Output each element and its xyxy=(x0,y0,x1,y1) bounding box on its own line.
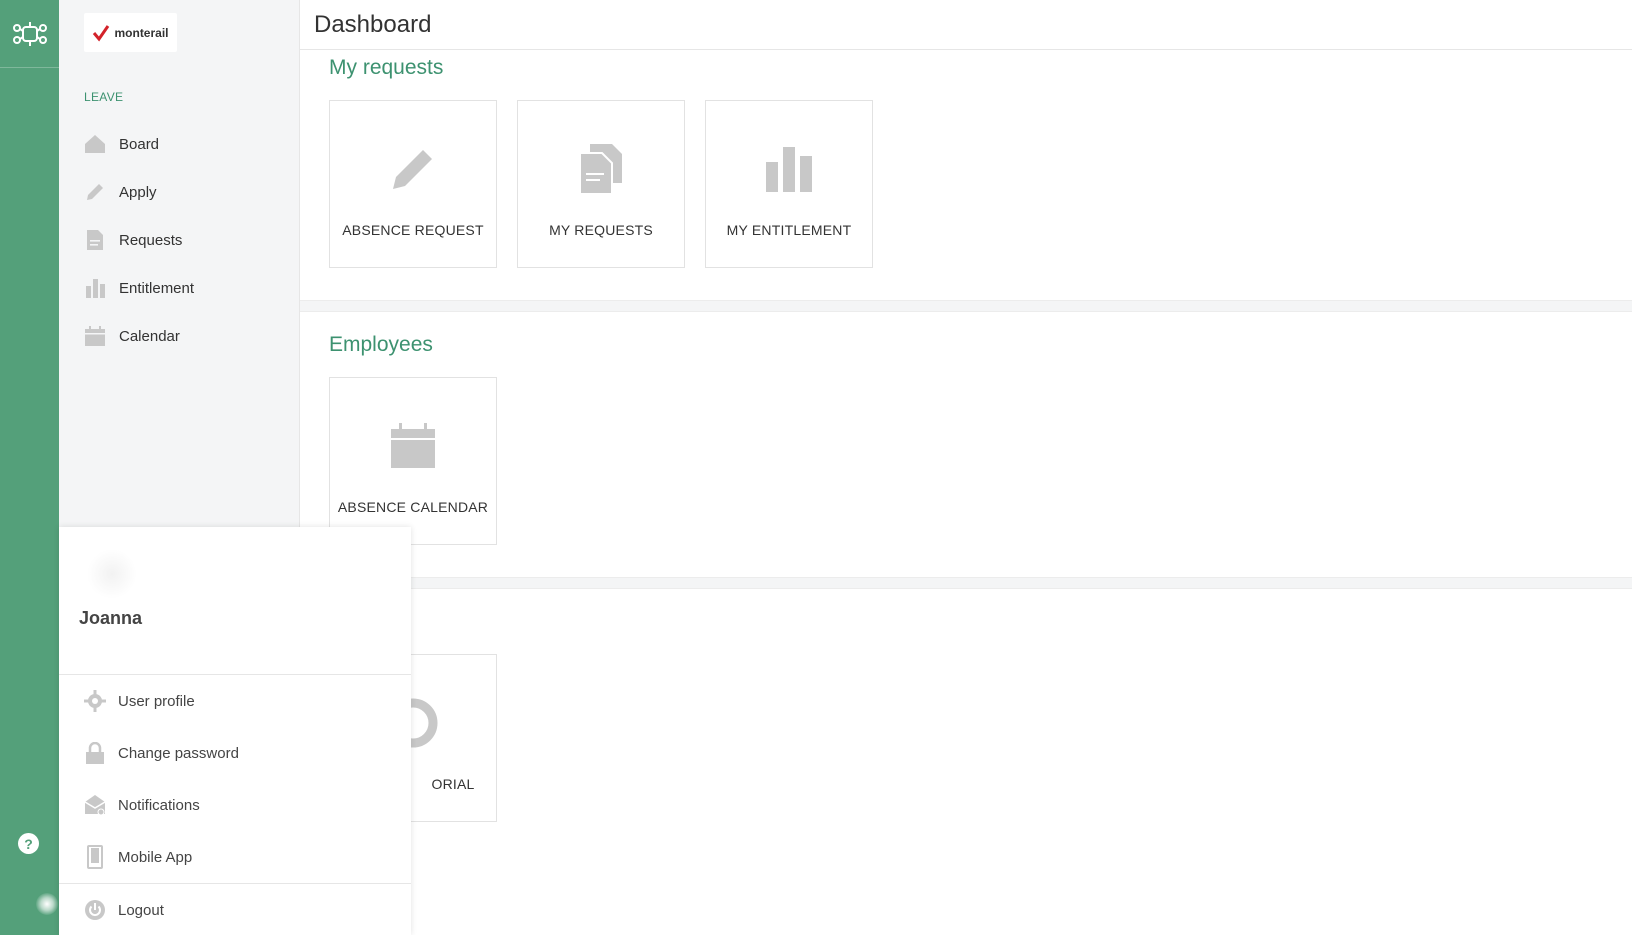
document-icon xyxy=(84,229,106,251)
logout-button[interactable]: Logout xyxy=(84,899,164,921)
card-absence-request[interactable]: ABSENCE REQUEST xyxy=(329,100,497,268)
menu-divider xyxy=(59,883,411,884)
user-avatar xyxy=(87,549,137,599)
sidebar-item-calendar[interactable]: Calendar xyxy=(84,312,284,360)
section-title-my-requests: My requests xyxy=(329,56,444,79)
sidebar-item-board[interactable]: Board xyxy=(84,120,284,168)
pencil-icon xyxy=(389,144,437,194)
main-content: Dashboard My requests ABSENCE REQUEST MY… xyxy=(300,0,1632,935)
card-label: ORIAL xyxy=(431,776,475,792)
menu-item-notifications[interactable]: Notifications xyxy=(84,794,200,816)
envelope-icon xyxy=(84,794,106,816)
home-icon xyxy=(84,133,106,155)
user-name: Joanna xyxy=(79,608,143,628)
card-my-entitlement[interactable]: MY ENTITLEMENT xyxy=(705,100,873,268)
monterail-logo-mark xyxy=(93,24,110,41)
menu-item-label: User profile xyxy=(118,692,195,710)
sidebar-item-label: Board xyxy=(119,135,160,153)
sidebar-item-entitlement[interactable]: Entitlement xyxy=(84,264,284,312)
calendar-icon xyxy=(84,325,106,347)
app-rail: ? xyxy=(0,0,59,935)
bar-chart-icon xyxy=(765,144,813,194)
pencil-icon xyxy=(84,181,106,203)
user-avatar-button[interactable] xyxy=(36,893,58,915)
sidebar-item-label: Apply xyxy=(119,183,157,201)
card-label: ABSENCE REQUEST xyxy=(342,222,484,238)
logout-label: Logout xyxy=(118,901,164,919)
menu-item-label: Change password xyxy=(118,744,239,762)
company-logo-text: monterail xyxy=(114,25,169,40)
app-logo-icon xyxy=(12,21,47,46)
sidebar-nav: Board Apply Requests Entitlement Calenda… xyxy=(84,120,284,360)
card-label: MY ENTITLEMENT xyxy=(726,222,852,238)
section-separator xyxy=(300,577,1632,589)
lock-icon xyxy=(84,742,106,764)
calendar-icon xyxy=(390,421,436,471)
menu-item-user-profile[interactable]: User profile xyxy=(84,690,195,712)
card-absence-calendar[interactable]: ABSENCE CALENDAR xyxy=(329,377,497,545)
gear-icon xyxy=(84,690,106,712)
sidebar-item-requests[interactable]: Requests xyxy=(84,216,284,264)
app-logo[interactable] xyxy=(0,0,59,68)
help-icon: ? xyxy=(24,835,33,852)
card-label: MY REQUESTS xyxy=(549,222,653,238)
card-label: ABSENCE CALENDAR xyxy=(337,499,489,515)
menu-item-change-password[interactable]: Change password xyxy=(84,742,239,764)
section-title-employees: Employees xyxy=(329,333,433,356)
section-separator xyxy=(300,300,1632,312)
menu-item-mobile-app[interactable]: Mobile App xyxy=(84,845,193,869)
sidebar-item-apply[interactable]: Apply xyxy=(84,168,284,216)
card-my-requests[interactable]: MY REQUESTS xyxy=(517,100,685,268)
top-bar: Dashboard xyxy=(300,0,1632,50)
company-logo[interactable]: monterail xyxy=(84,13,177,52)
page-title: Dashboard xyxy=(314,10,432,38)
sidebar-item-label: Entitlement xyxy=(119,279,195,297)
power-icon xyxy=(84,899,106,921)
phone-icon xyxy=(84,845,106,869)
documents-icon xyxy=(578,144,624,195)
bar-chart-icon xyxy=(84,277,106,299)
menu-divider xyxy=(59,674,411,675)
user-menu: Joanna User profile Change password Noti… xyxy=(59,527,411,935)
sidebar-item-label: Requests xyxy=(119,231,183,249)
menu-item-label: Notifications xyxy=(118,796,200,814)
help-button[interactable]: ? xyxy=(18,833,39,854)
menu-item-label: Mobile App xyxy=(118,848,193,866)
sidebar-section-label: LEAVE xyxy=(84,90,124,104)
sidebar-item-label: Calendar xyxy=(119,327,180,345)
